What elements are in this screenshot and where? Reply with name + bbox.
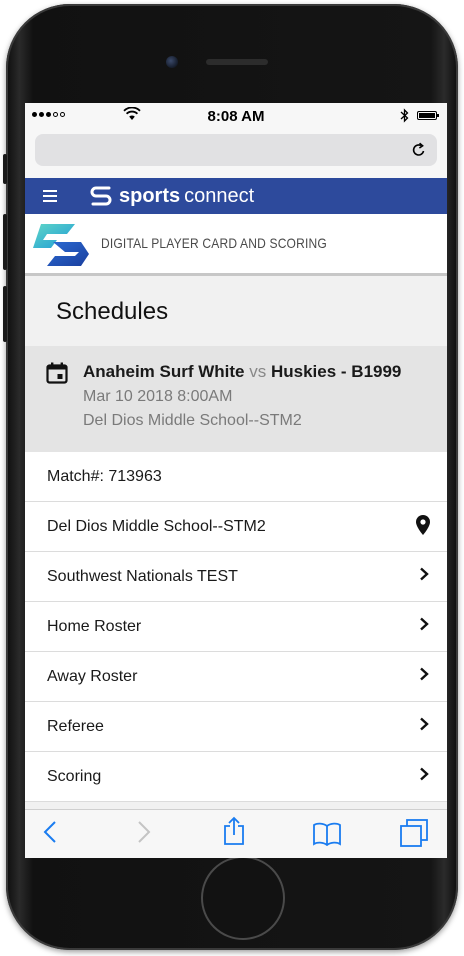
browser-address-area [25,129,447,178]
match-datetime: Mar 10 2018 8:00AM [83,388,233,405]
vs-text: vs [249,362,267,381]
status-time: 8:08 AM [207,108,265,125]
scoring-label: Scoring [47,768,102,785]
referee-row[interactable]: Referee [25,702,447,752]
event-row[interactable]: Southwest Nationals TEST [25,552,447,602]
forward-icon[interactable] [137,820,151,844]
back-icon[interactable] [43,820,57,844]
home-roster-row[interactable]: Home Roster [25,602,447,652]
bookmarks-icon[interactable] [312,822,342,846]
bluetooth-icon [400,108,409,123]
away-team: Huskies - B1999 [270,362,402,381]
match-number-row: Match#: 713963 [25,452,447,502]
home-team: Anaheim Surf White [83,362,245,381]
volume-down-button [3,286,7,342]
reload-icon[interactable] [411,142,427,158]
calendar-icon [46,362,68,384]
sports-connect-logo-icon [90,186,112,206]
menu-icon[interactable] [43,190,57,202]
match-venue: Del Dios Middle School--STM2 [83,412,302,429]
away-roster-row[interactable]: Away Roster [25,652,447,702]
home-roster-label: Home Roster [47,618,142,635]
venue-label: Del Dios Middle School--STM2 [47,518,266,535]
chevron-right-icon [420,767,429,781]
event-label: Southwest Nationals TEST [47,568,238,585]
banner-title: DIGITAL PLAYER CARD AND SCORING [101,235,327,251]
address-bar[interactable] [35,134,437,166]
brand-name[interactable]: sports connect [119,185,254,208]
mute-switch [3,154,7,184]
scoring-row[interactable]: Scoring [25,752,447,802]
referee-label: Referee [47,718,104,735]
chevron-right-icon [420,717,429,731]
browser-toolbar [25,809,447,858]
away-roster-label: Away Roster [47,668,138,685]
earpiece-speaker [206,59,268,65]
match-title: Anaheim Surf White vs Huskies - B1999 [83,362,401,382]
player-card-logo-icon [33,224,89,266]
status-bar: 8:08 AM [25,103,447,129]
site-navbar: sports connect [25,178,447,214]
chevron-right-icon [420,667,429,681]
chevron-right-icon [420,567,429,581]
detail-list: Match#: 713963 Del Dios Middle School--S… [25,452,447,802]
tabs-icon[interactable] [399,818,429,848]
location-pin-icon[interactable] [415,514,431,536]
home-button[interactable] [201,856,285,940]
brand-light: connect [184,185,255,207]
header-banner: DIGITAL PLAYER CARD AND SCORING [25,214,447,276]
phone-screen: 8:08 AM sports connect DIGITAL PLAYER CA… [25,103,447,858]
battery-icon [417,111,439,120]
share-icon[interactable] [223,816,245,846]
match-number: Match#: 713963 [47,468,162,485]
chevron-right-icon [420,617,429,631]
volume-up-button [3,214,7,270]
page-title: Schedules [56,298,169,325]
brand-bold: sports [119,185,181,207]
front-camera [166,56,178,68]
main-content: Schedules Anaheim Surf White vs Huskies … [25,276,447,809]
venue-row[interactable]: Del Dios Middle School--STM2 [25,502,447,552]
match-card[interactable]: Anaheim Surf White vs Huskies - B1999 Ma… [25,346,447,453]
